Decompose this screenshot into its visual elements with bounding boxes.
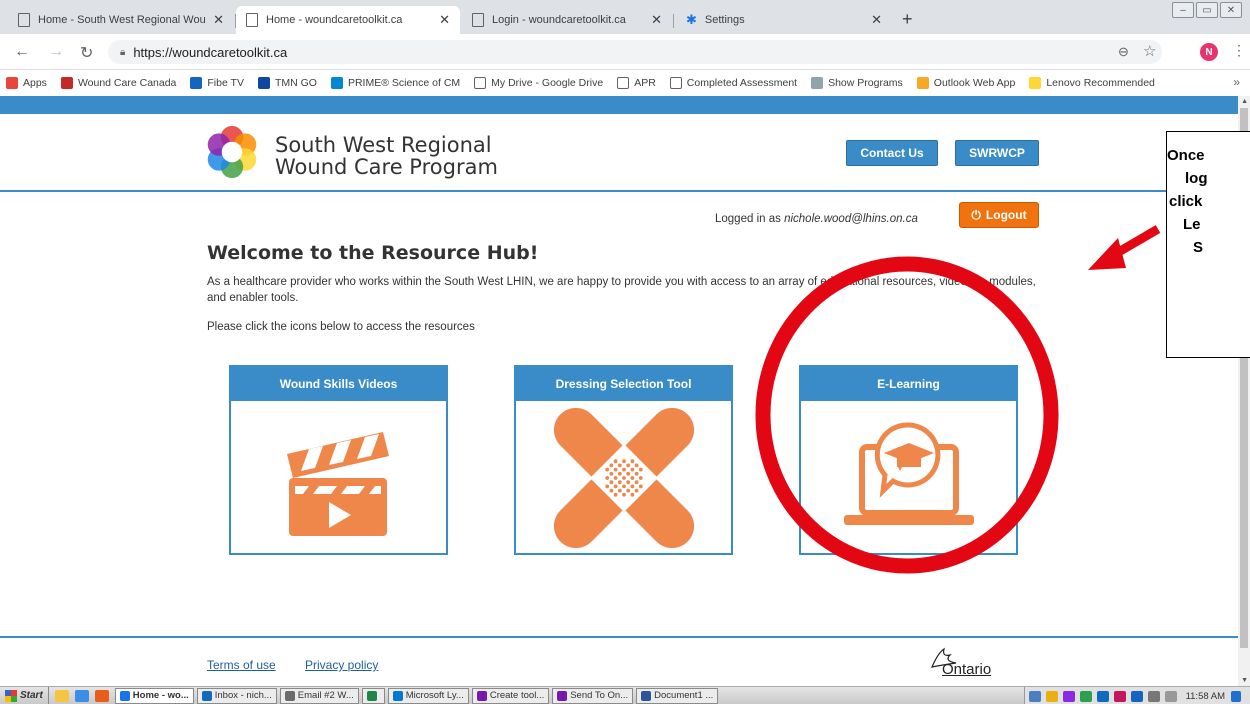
taskbar-window-button[interactable]: Email #2 W... [279, 687, 359, 704]
taskbar-button-label: Document1 ... [654, 690, 714, 701]
taskbar-button-label: Send To On... [570, 690, 629, 701]
taskbar-window-button[interactable]: Inbox - nich... [196, 687, 277, 704]
tray-app-icon[interactable] [1028, 690, 1041, 702]
taskbar-button-label: Inbox - nich... [214, 690, 272, 701]
taskbar-window-button[interactable] [361, 687, 385, 704]
taskbar-window-button[interactable]: Create tool... [471, 687, 550, 704]
tray-app-icon[interactable] [1062, 690, 1075, 702]
app-icon [557, 690, 568, 701]
clock[interactable]: 11:58 AM [1186, 691, 1225, 702]
windows-taskbar: Start Home - wo... Inbox - nich... Email #… [0, 686, 1250, 704]
system-tray: 11:58 AM [1023, 687, 1250, 704]
taskbar-button-label: Email #2 W... [297, 690, 354, 701]
taskbar-window-button[interactable]: Send To On... [552, 687, 634, 704]
taskbar-window-button[interactable]: Document1 ... [636, 687, 719, 704]
taskbar-button-label: Create tool... [489, 690, 545, 701]
app-icon [201, 690, 212, 701]
taskbar-button-label: Home - wo... [132, 690, 189, 701]
tray-app-icon[interactable] [1079, 690, 1092, 702]
highlight-ring [755, 256, 1059, 574]
start-button[interactable]: Start [0, 687, 49, 704]
app-icon [392, 690, 403, 701]
taskbar-window-button[interactable]: Home - wo... [114, 687, 194, 704]
taskbar-buttons: Home - wo... Inbox - nich... Email #2 W...… [114, 687, 721, 704]
show-desktop-icon[interactable] [1231, 690, 1241, 702]
tray-app-icon[interactable] [1130, 690, 1143, 702]
app-icon [476, 690, 487, 701]
red-arrow-icon [1088, 225, 1161, 270]
windows-flag-icon [5, 689, 17, 702]
tray-app-icon[interactable] [1045, 690, 1058, 702]
start-label: Start [20, 690, 43, 701]
app-icon [284, 690, 295, 701]
tray-app-icon[interactable] [1096, 690, 1109, 702]
folder-icon[interactable] [54, 689, 69, 702]
taskbar-button-label: Microsoft Ly... [405, 690, 464, 701]
tray-app-icon[interactable] [1113, 690, 1126, 702]
annotation-overlay [755, 225, 1161, 574]
network-icon[interactable] [1147, 690, 1160, 702]
app-icon [641, 690, 652, 701]
app-icon [119, 690, 130, 701]
taskbar-window-button[interactable]: Microsoft Ly... [387, 687, 469, 704]
ie-icon[interactable] [74, 689, 89, 702]
volume-icon[interactable] [1164, 690, 1177, 702]
media-icon[interactable] [94, 689, 109, 702]
app-icon [366, 690, 377, 701]
